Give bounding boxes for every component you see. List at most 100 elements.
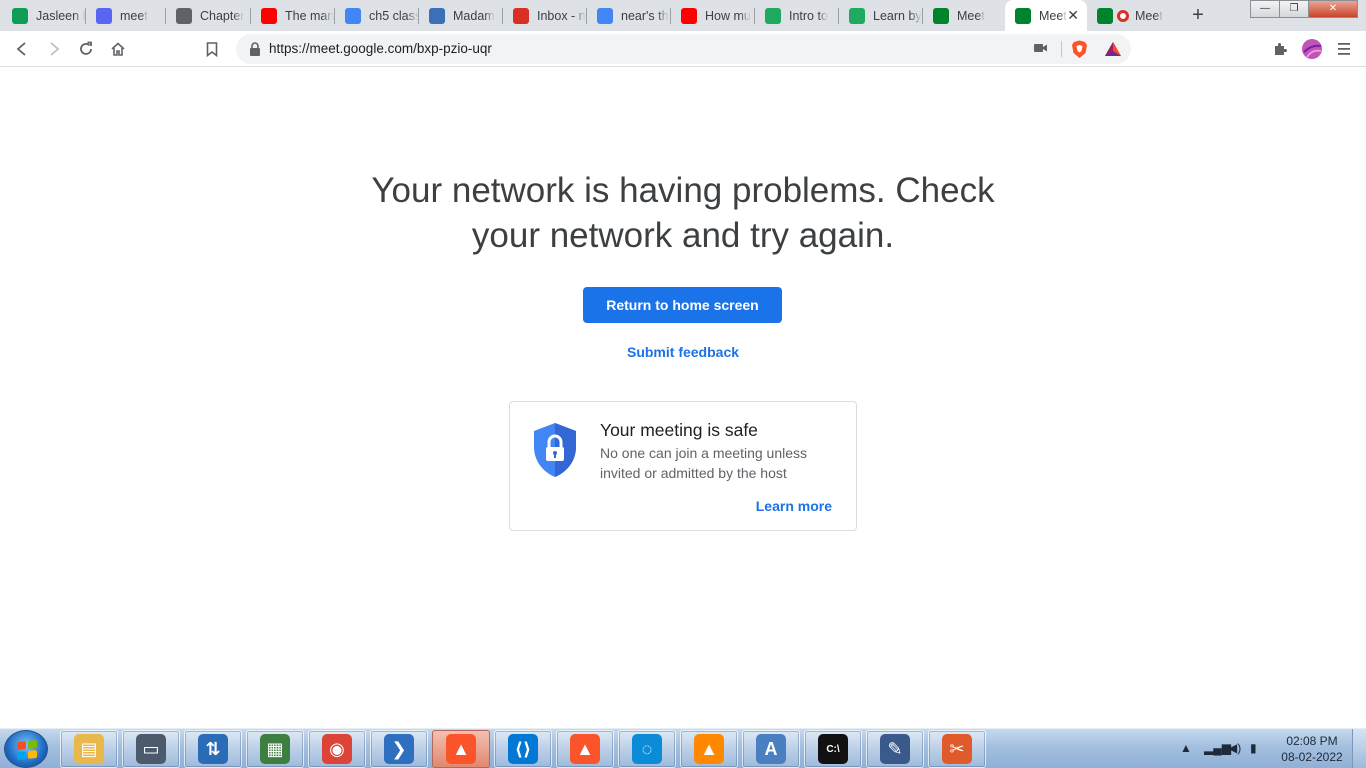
signal-icon[interactable]: ▂▄▆ bbox=[1204, 741, 1231, 755]
vlc-icon: ▲ bbox=[694, 734, 724, 764]
browser-tab[interactable]: Intro to bbox=[755, 0, 839, 31]
omnibox-divider bbox=[1061, 41, 1062, 57]
reload-icon[interactable] bbox=[74, 37, 98, 61]
taskbar-monitor-app[interactable]: ▦ bbox=[246, 730, 304, 768]
tab-title: Meet bbox=[957, 8, 985, 23]
clock-time: 02:08 PM bbox=[1286, 734, 1338, 748]
taskbar-brave-beta[interactable]: ▲ bbox=[556, 730, 614, 768]
return-home-button[interactable]: Return to home screen bbox=[583, 287, 782, 323]
taskbar-command-prompt[interactable]: C:\ bbox=[804, 730, 862, 768]
extensions-icon[interactable] bbox=[1268, 37, 1292, 61]
system-tray: ▲ ▂▄▆ ◀) ▮ bbox=[1174, 729, 1274, 768]
close-window-button[interactable]: ✕ bbox=[1308, 0, 1358, 18]
tab-title: Madam bbox=[453, 8, 495, 23]
tab-strip: + — ❐ ✕ Jasleen K meet Chapter The man ch5 c… bbox=[0, 0, 1366, 31]
book-icon bbox=[849, 7, 865, 24]
show-desktop-button[interactable] bbox=[1352, 729, 1366, 768]
taskbar-paint[interactable]: ✎ bbox=[866, 730, 924, 768]
taskbar-brave[interactable]: ▲ bbox=[432, 730, 490, 768]
browser-tab[interactable]: Meet ✕ bbox=[1005, 0, 1087, 31]
tab-title: Learn by bbox=[873, 8, 922, 23]
taskbar-network-app[interactable]: ⇅ bbox=[184, 730, 242, 768]
vscode-icon: ⟨⟩ bbox=[508, 734, 538, 764]
taskbar-file-explorer[interactable]: ▤ bbox=[60, 730, 118, 768]
taskbar-snipping-tool[interactable]: ✂ bbox=[928, 730, 986, 768]
home-icon[interactable] bbox=[106, 37, 130, 61]
file-explorer-icon: ▤ bbox=[74, 734, 104, 764]
browser-tab[interactable]: Chapter bbox=[166, 0, 251, 31]
browser-toolbar: https://meet.google.com/bxp-pzio-uqr bbox=[0, 31, 1366, 67]
browser-tab[interactable]: Inbox - n bbox=[503, 0, 587, 31]
book-icon bbox=[765, 7, 781, 24]
network-app-icon: ⇅ bbox=[198, 734, 228, 764]
tab-title: Intro to bbox=[789, 8, 828, 23]
browser-tab[interactable]: near's th bbox=[587, 0, 671, 31]
gmail-icon bbox=[513, 7, 529, 24]
meet-icon bbox=[1015, 7, 1031, 24]
windows-flag-icon bbox=[17, 739, 37, 761]
taskbar-powershell[interactable]: ❯ bbox=[370, 730, 428, 768]
card-body: No one can join a meeting unless invited… bbox=[600, 445, 808, 481]
tab-title: Meet bbox=[1135, 8, 1163, 23]
pencil-icon bbox=[176, 7, 192, 24]
browser-tab[interactable]: Jasleen K bbox=[2, 0, 86, 31]
browser-tab[interactable]: ch5 class bbox=[335, 0, 419, 31]
meet-icon bbox=[933, 7, 949, 24]
wordpad-icon: A bbox=[756, 734, 786, 764]
taskbar-wordpad[interactable]: A bbox=[742, 730, 800, 768]
browser-tab[interactable]: How mu bbox=[671, 0, 755, 31]
tab-title: Jasleen K bbox=[36, 8, 86, 23]
brave-beta-icon: ▲ bbox=[570, 734, 600, 764]
meet-icon bbox=[1097, 7, 1113, 24]
tab-title: Inbox - n bbox=[537, 8, 586, 23]
taskbar-chrome[interactable]: ◉ bbox=[308, 730, 366, 768]
window-controls: — ❐ ✕ bbox=[1250, 0, 1358, 18]
browser-tab[interactable]: Madam bbox=[419, 0, 503, 31]
new-tab-button[interactable]: + bbox=[1187, 5, 1209, 27]
browser-tab[interactable]: The man bbox=[251, 0, 335, 31]
camera-icon[interactable] bbox=[1034, 42, 1048, 54]
power-icon[interactable]: ▮ bbox=[1250, 741, 1257, 755]
back-icon[interactable] bbox=[10, 37, 34, 61]
taskbar-laptop-app[interactable]: ▭ bbox=[122, 730, 180, 768]
address-bar[interactable]: https://meet.google.com/bxp-pzio-uqr bbox=[236, 34, 1131, 64]
chrome-icon: ◉ bbox=[322, 734, 352, 764]
minimize-button[interactable]: — bbox=[1250, 0, 1280, 18]
close-tab-icon[interactable]: ✕ bbox=[1067, 7, 1079, 24]
google-icon bbox=[597, 7, 613, 24]
tab-title: Meet bbox=[1039, 8, 1067, 23]
submit-feedback-link[interactable]: Submit feedback bbox=[583, 344, 783, 360]
tab-title: meet bbox=[120, 8, 148, 23]
edge-icon: ◌ bbox=[632, 734, 662, 764]
bookmark-icon[interactable] bbox=[200, 37, 224, 61]
taskbar-clock[interactable]: 02:08 PM 08-02-2022 bbox=[1274, 733, 1350, 765]
menu-icon[interactable] bbox=[1332, 37, 1356, 61]
browser-tab[interactable]: Meet bbox=[923, 0, 1005, 31]
browser-tab[interactable]: Meet bbox=[1087, 0, 1169, 31]
profile-avatar[interactable] bbox=[1300, 37, 1324, 61]
restore-button[interactable]: ❐ bbox=[1279, 0, 1309, 18]
error-headline: Your network is having problems. Check y… bbox=[371, 171, 995, 255]
snipping-tool-icon: ✂ bbox=[942, 734, 972, 764]
browser-tab[interactable]: meet bbox=[86, 0, 166, 31]
url-text[interactable]: https://meet.google.com/bxp-pzio-uqr bbox=[269, 41, 492, 56]
brave-rewards-icon[interactable] bbox=[1104, 41, 1122, 57]
taskbar-vscode[interactable]: ⟨⟩ bbox=[494, 730, 552, 768]
clock-date: 08-02-2022 bbox=[1281, 750, 1343, 764]
meet-error-page: Your network is having problems. Check y… bbox=[0, 67, 1366, 728]
browser-tab[interactable]: Learn by bbox=[839, 0, 923, 31]
tab-title: Chapter bbox=[200, 8, 245, 23]
lock-icon[interactable] bbox=[248, 41, 262, 57]
tab-title: near's th bbox=[621, 8, 669, 23]
learn-more-link[interactable]: Learn more bbox=[756, 498, 832, 514]
laptop-app-icon: ▭ bbox=[136, 734, 166, 764]
taskbar-edge[interactable]: ◌ bbox=[618, 730, 676, 768]
forward-icon[interactable] bbox=[42, 37, 66, 61]
volume-icon[interactable]: ◀) bbox=[1228, 741, 1241, 755]
powershell-icon: ❯ bbox=[384, 734, 414, 764]
start-button[interactable] bbox=[4, 730, 48, 768]
show-hidden-icons-icon[interactable]: ▲ bbox=[1180, 741, 1192, 755]
brave-shields-icon[interactable] bbox=[1071, 40, 1088, 59]
taskbar-vlc[interactable]: ▲ bbox=[680, 730, 738, 768]
shield-lock-icon bbox=[534, 423, 576, 477]
